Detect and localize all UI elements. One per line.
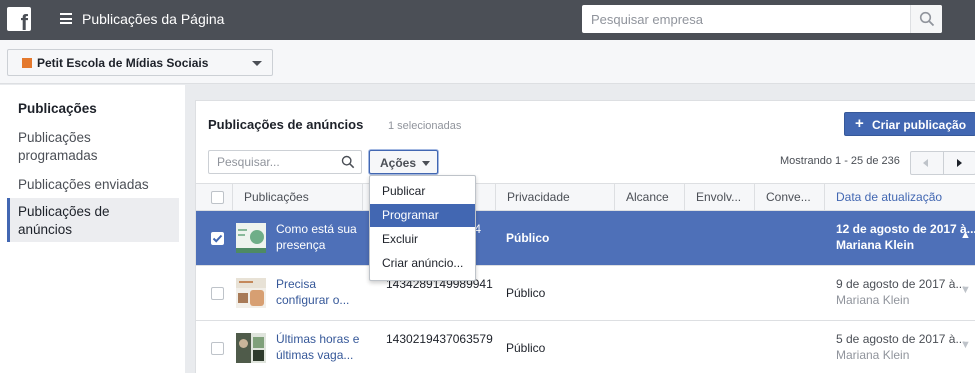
page-title: Publicações de anúncios [208, 117, 364, 132]
post-id: 1430219437063579 [386, 332, 493, 346]
post-title[interactable]: Precisa configurar o... [276, 276, 366, 308]
page-name: Petit Escola de Mídias Sociais [37, 56, 209, 70]
row-checkbox[interactable] [211, 232, 224, 245]
post-date: 9 de agosto de 2017 à... Mariana Klein [836, 276, 965, 308]
table-row[interactable]: Últimas horas e últimas vaga... 14302194… [196, 321, 975, 373]
company-search-input[interactable] [582, 5, 908, 33]
table-row[interactable]: Como está sua presença 4 Público 12 de a… [196, 211, 975, 266]
column-header-envolvimento[interactable]: Envolv... [684, 184, 754, 211]
post-privacy: Público [506, 341, 546, 355]
pagination-status: Mostrando 1 - 25 de 236 [780, 155, 900, 167]
pagination [910, 151, 975, 175]
column-header-data[interactable]: Data de atualização [824, 184, 975, 211]
company-search [582, 5, 942, 33]
post-privacy: Público [506, 231, 550, 245]
sidebar-item-anuncios[interactable]: Publicações de anúncios [7, 198, 179, 242]
actions-button[interactable]: Ações [369, 150, 438, 174]
chevron-down-icon [422, 161, 430, 166]
row-checkbox[interactable] [211, 342, 224, 355]
sidebar-item-enviadas[interactable]: Publicações enviadas [7, 176, 179, 194]
create-post-label: Criar publicação [872, 118, 967, 132]
checkmark-icon [212, 234, 223, 243]
post-search-input[interactable] [209, 151, 339, 173]
post-author: Mariana Klein [836, 293, 910, 307]
post-thumbnail [236, 278, 266, 308]
next-page-icon[interactable] [957, 159, 962, 167]
post-date: 5 de agosto de 2017 à... Mariana Klein [836, 331, 965, 363]
page-selector[interactable]: Petit Escola de Mídias Sociais [7, 49, 273, 76]
select-all-checkbox[interactable] [211, 191, 224, 204]
actions-label: Ações [380, 156, 417, 170]
menu-icon[interactable] [60, 13, 72, 24]
table-row[interactable]: Precisa configurar o... 1434289149989941… [196, 266, 975, 321]
page-avatar-icon [22, 58, 32, 68]
post-title[interactable]: Últimas horas e últimas vaga... [276, 331, 366, 363]
post-privacy: Público [506, 286, 546, 300]
facebook-logo[interactable]: f [7, 7, 31, 34]
column-header-alcance[interactable]: Alcance [614, 184, 684, 211]
previous-page-icon[interactable] [923, 159, 928, 167]
post-title[interactable]: Como está sua presença [276, 221, 366, 253]
menu-item-programar[interactable]: Programar [370, 204, 475, 227]
sidebar-item-programadas[interactable]: Publicações programadas [7, 129, 117, 165]
page-selector-strip: Petit Escola de Mídias Sociais [0, 40, 975, 84]
menu-item-publicar[interactable]: Publicar [370, 180, 475, 203]
row-expand-icon[interactable]: ▼ [960, 339, 971, 351]
post-search [208, 150, 362, 174]
column-header-privacidade[interactable]: Privacidade [495, 184, 614, 211]
post-date-text: 5 de agosto de 2017 à... [836, 332, 966, 346]
search-icon [341, 155, 355, 169]
create-post-button[interactable]: + Criar publicação [844, 112, 975, 136]
row-expand-icon[interactable]: ▲ [960, 229, 971, 241]
sidebar-item-label: Publicações de anúncios [18, 204, 110, 237]
top-bar: f Publicações da Página [0, 0, 975, 40]
sidebar: Publicações Publicações programadas Publ… [0, 85, 185, 373]
app-title: Publicações da Página [82, 11, 225, 27]
plus-icon: + [855, 115, 864, 132]
post-date-text: 9 de agosto de 2017 à... [836, 277, 966, 291]
search-icon [919, 11, 935, 27]
post-date: 12 de agosto de 2017 à... Mariana Klein [836, 221, 975, 253]
post-thumbnail [236, 223, 266, 253]
column-header-publicacoes[interactable]: Publicações [232, 184, 362, 211]
search-button[interactable] [910, 5, 942, 33]
post-date-text: 12 de agosto de 2017 à... [836, 222, 975, 236]
menu-item-criar-anuncio[interactable]: Criar anúncio... [370, 252, 475, 275]
sidebar-item-publicacoes[interactable]: Publicações [7, 100, 179, 118]
table-header: Publicações Privacidade Alcance Envolv..… [196, 183, 975, 211]
menu-item-excluir[interactable]: Excluir [370, 228, 475, 251]
actions-dropdown: Publicar Programar Excluir Criar anúncio… [369, 175, 476, 281]
row-checkbox[interactable] [211, 287, 224, 300]
post-author: Mariana Klein [836, 238, 915, 252]
post-thumbnail [236, 333, 266, 363]
chevron-down-icon [252, 61, 262, 66]
column-header-conversoes[interactable]: Conve... [754, 184, 824, 211]
main-panel: Publicações de anúncios 1 selecionadas +… [195, 100, 975, 373]
post-author: Mariana Klein [836, 348, 910, 362]
row-expand-icon[interactable]: ▼ [960, 284, 971, 296]
selected-count: 1 selecionadas [388, 120, 462, 132]
